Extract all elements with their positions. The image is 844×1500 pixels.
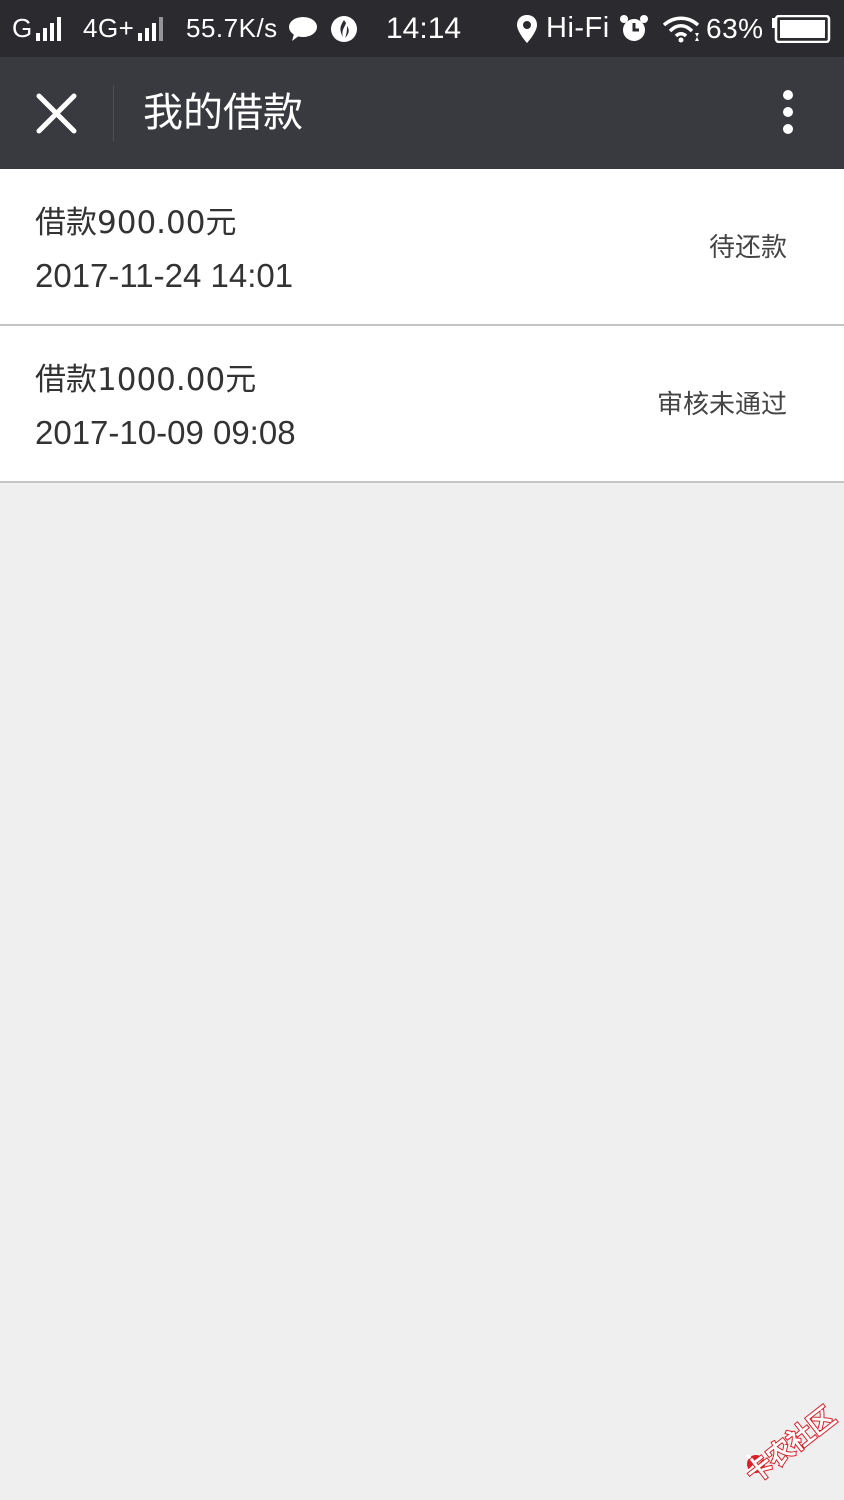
loan-list-item[interactable]: 借款900.00元 2017-11-24 14:01 待还款: [0, 169, 844, 326]
clock-time: 14:14: [386, 11, 462, 45]
location-icon: [516, 0, 538, 57]
top-nav-bar: 我的借款: [0, 57, 844, 169]
watermark-text: 卡农社区: [740, 1402, 841, 1486]
loan-date: 2017-11-24 14:01: [35, 257, 294, 294]
close-icon: [36, 93, 77, 134]
nav-divider: [113, 85, 114, 141]
loan-amount: 借款1000.00元: [35, 362, 257, 398]
battery-icon: [771, 0, 831, 57]
carrier-2-label: 4G+: [83, 13, 135, 43]
loan-status: 审核未通过: [656, 390, 787, 420]
carrier-1-label: G: [12, 13, 33, 43]
watermark-logo: 卡农社区: [738, 1400, 842, 1490]
page-title: 我的借款: [143, 90, 303, 136]
loan-date: 2017-10-09 09:08: [35, 414, 296, 451]
signal-1-icon: [36, 0, 61, 57]
wifi-network-label: Hi-Fi: [546, 12, 610, 44]
more-options-button[interactable]: [762, 81, 814, 145]
alarm-icon: [619, 0, 649, 57]
chat-icon: [288, 0, 318, 57]
wifi-icon: [662, 0, 702, 57]
more-vertical-icon: [783, 90, 793, 134]
status-bar: G 4G+ 55.7K/s 14:14 Hi-Fi 63%: [0, 0, 844, 57]
loan-list: 借款900.00元 2017-11-24 14:01 待还款 借款1000.00…: [0, 169, 844, 483]
app-notification-icon: [330, 0, 358, 57]
loan-status: 待还款: [708, 233, 787, 263]
close-button[interactable]: [20, 77, 92, 149]
net-speed-label: 55.7K/s: [186, 13, 278, 43]
loan-amount: 借款900.00元: [35, 205, 237, 241]
battery-percent: 63%: [706, 12, 764, 44]
loan-list-item[interactable]: 借款1000.00元 2017-10-09 09:08 审核未通过: [0, 326, 844, 483]
signal-2-icon: [138, 0, 163, 57]
